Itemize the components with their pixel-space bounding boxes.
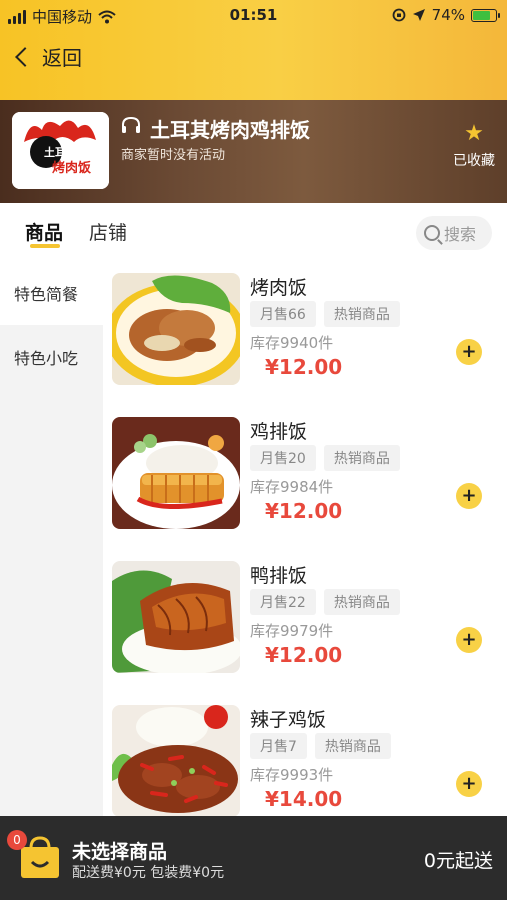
product-tag: 热销商品 [323, 301, 400, 327]
product-image [112, 561, 240, 673]
shop-name: 土耳其烤肉鸡排饭 [150, 118, 310, 142]
add-to-cart-button[interactable]: + [456, 339, 482, 365]
product-name: 烤肉饭 [250, 277, 308, 299]
product-price: ¥12.00 [265, 355, 343, 379]
headset-icon[interactable] [120, 115, 142, 137]
back-label: 返回 [42, 46, 82, 70]
star-icon: ★ [464, 121, 484, 146]
shop-logo: 土耳其 烤肉饭 [12, 112, 109, 189]
add-to-cart-button[interactable]: + [456, 771, 482, 797]
search-button[interactable]: 搜索 [416, 216, 492, 250]
category-item-featured-meals[interactable]: 特色简餐 [0, 261, 103, 325]
product-image [112, 705, 240, 816]
search-icon [424, 225, 440, 241]
product-sales: 月售20 [250, 445, 316, 471]
product-item[interactable]: 鸡排饭 月售20 热销商品 库存9984件 ¥12.00 + [103, 405, 507, 549]
shop-header: 土耳其 烤肉饭 土耳其烤肉鸡排饭 商家暂时没有活动 ★ 已收藏 [0, 100, 507, 203]
tab-bar: 商品 店铺 搜索 [0, 203, 507, 261]
product-name: 辣子鸡饭 [250, 709, 327, 731]
category-sidebar: 特色简餐 特色小吃 [0, 261, 103, 816]
favorite-label: 已收藏 [453, 153, 495, 169]
cart-fees: 配送费¥0元 包装费¥0元 [72, 865, 225, 881]
top-bar: 中国移动 01:51 74% 返回 [0, 0, 507, 100]
battery-icon [471, 8, 500, 22]
add-to-cart-button[interactable]: + [456, 627, 482, 653]
back-button[interactable]: 返回 [15, 42, 82, 71]
cart-title: 未选择商品 [72, 841, 168, 863]
product-stock: 库存9979件 [250, 622, 334, 640]
product-image [112, 417, 240, 529]
product-sales: 月售7 [250, 733, 307, 759]
shop-activity: 商家暂时没有活动 [121, 148, 226, 163]
logo-text-2: 烤肉饭 [52, 160, 91, 176]
product-list: 烤肉饭 月售66 热销商品 库存9940件 ¥12.00 + 鸡排饭 月售20 … [103, 261, 507, 816]
product-item[interactable]: 烤肉饭 月售66 热销商品 库存9940件 ¥12.00 + [103, 261, 507, 405]
product-name: 鸭排饭 [250, 565, 308, 587]
location-icon [412, 9, 425, 21]
add-to-cart-button[interactable]: + [456, 483, 482, 509]
product-price: ¥14.00 [265, 787, 343, 811]
product-item[interactable]: 辣子鸡饭 月售7 热销商品 库存9993件 ¥14.00 + [103, 693, 507, 816]
search-placeholder: 搜索 [444, 225, 477, 244]
favorite-button[interactable]: ★ 已收藏 [453, 122, 495, 170]
product-name: 鸡排饭 [250, 421, 308, 443]
product-sales: 月售22 [250, 589, 316, 615]
min-order-label: 0元起送 [423, 850, 493, 872]
tab-store[interactable]: 店铺 [89, 218, 127, 245]
rotation-lock-icon [392, 8, 406, 22]
product-stock: 库存9940件 [250, 334, 334, 352]
product-stock: 库存9984件 [250, 478, 334, 496]
cart-bar: 0 未选择商品 配送费¥0元 包装费¥0元 0元起送 [0, 816, 507, 900]
status-bar: 中国移动 01:51 74% [0, 0, 507, 32]
chevron-left-icon [15, 46, 35, 67]
battery-percent: 74% [431, 6, 465, 24]
product-sales: 月售66 [250, 301, 316, 327]
product-item[interactable]: 鸭排饭 月售22 热销商品 库存9979件 ¥12.00 + [103, 549, 507, 693]
logo-text-1: 土耳其 [44, 145, 77, 159]
product-price: ¥12.00 [265, 643, 343, 667]
product-stock: 库存9993件 [250, 766, 334, 784]
tab-products[interactable]: 商品 [25, 218, 63, 245]
tab-indicator [30, 244, 60, 248]
cart-count-badge: 0 [7, 830, 27, 850]
product-tag: 热销商品 [323, 445, 400, 471]
product-tag: 热销商品 [323, 589, 400, 615]
product-tag: 热销商品 [314, 733, 391, 759]
product-price: ¥12.00 [265, 499, 343, 523]
product-image [112, 273, 240, 385]
category-item-featured-snacks[interactable]: 特色小吃 [0, 325, 103, 389]
